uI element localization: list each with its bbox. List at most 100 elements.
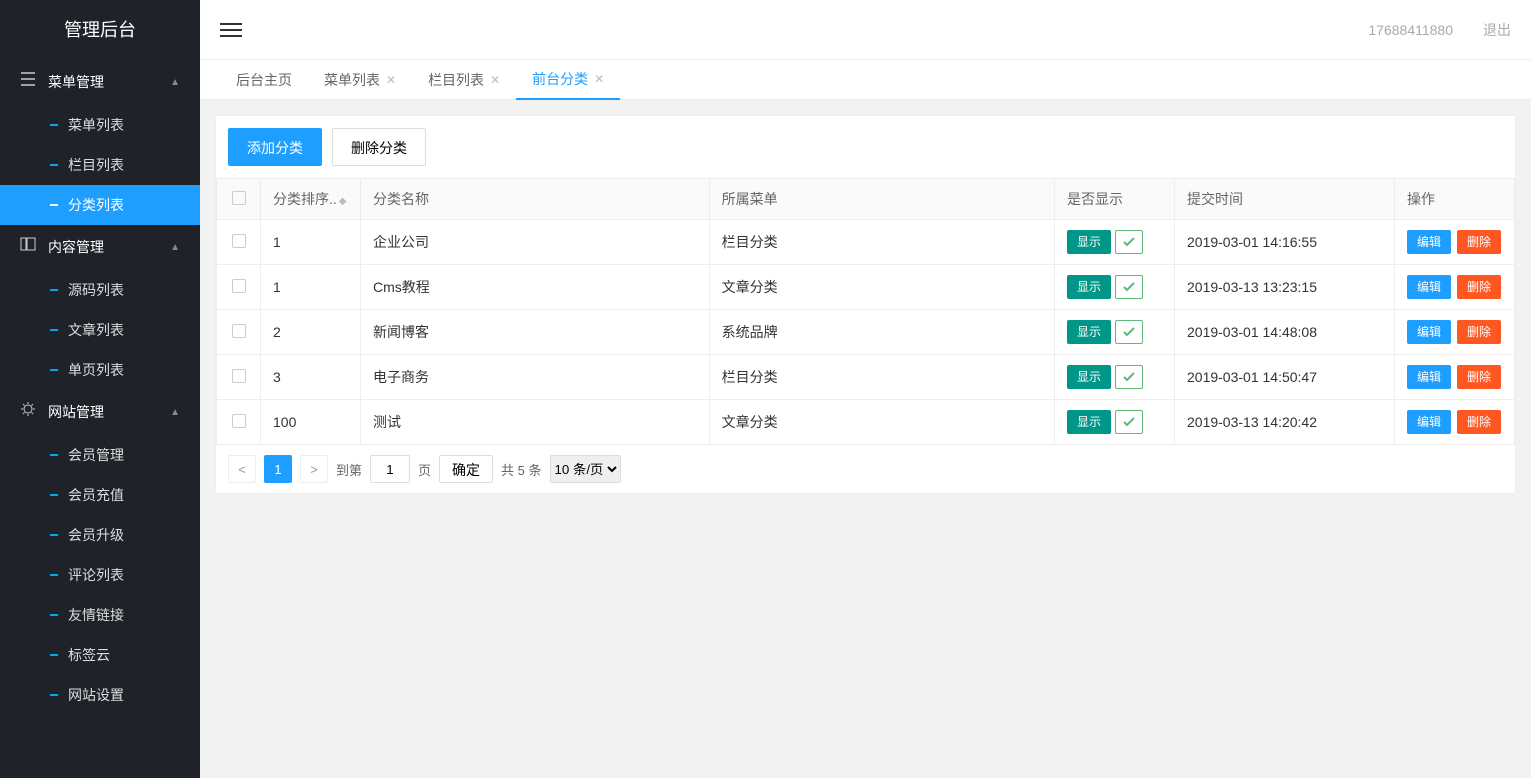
logout-link[interactable]: 退出: [1483, 20, 1511, 40]
close-icon[interactable]: ✕: [594, 59, 604, 99]
pagination: < 1 > 到第 页 确定 共 5 条 10 条/页: [216, 445, 1515, 493]
row-checkbox[interactable]: [232, 414, 246, 428]
nav-item-comment-list[interactable]: 评论列表: [0, 555, 200, 595]
edit-button[interactable]: 编辑: [1407, 365, 1451, 389]
col-menu: 所属菜单: [722, 191, 778, 207]
tab-bar: 后台主页 菜单列表✕ 栏目列表✕ 前台分类✕: [200, 60, 1531, 100]
chevron-up-icon: ▲: [170, 225, 180, 270]
toolbar: 添加分类 删除分类: [216, 116, 1515, 178]
user-phone[interactable]: 17688411880: [1368, 22, 1453, 38]
nav-item-tag-cloud[interactable]: 标签云: [0, 635, 200, 675]
prev-page-button[interactable]: <: [228, 455, 256, 483]
close-icon[interactable]: ✕: [490, 60, 500, 100]
edit-button[interactable]: 编辑: [1407, 410, 1451, 434]
show-button[interactable]: 显示: [1067, 410, 1111, 434]
delete-button[interactable]: 删除: [1457, 410, 1501, 434]
cell-time: 2019-03-01 14:16:55: [1175, 220, 1395, 265]
gear-icon: [20, 390, 38, 435]
tab-menu-list[interactable]: 菜单列表✕: [308, 60, 412, 100]
cell-name: 企业公司: [361, 220, 710, 265]
cell-menu: 系统品牌: [709, 310, 1054, 355]
cell-sort: 1: [261, 265, 361, 310]
cell-time: 2019-03-01 14:48:08: [1175, 310, 1395, 355]
check-icon[interactable]: [1115, 320, 1143, 344]
chevron-up-icon: ▲: [170, 390, 180, 435]
cell-sort: 3: [261, 355, 361, 400]
delete-button[interactable]: 删除: [1457, 365, 1501, 389]
checkbox-all[interactable]: [232, 191, 246, 205]
show-button[interactable]: 显示: [1067, 275, 1111, 299]
sort-icon[interactable]: ◆: [339, 196, 347, 207]
cell-sort: 2: [261, 310, 361, 355]
nav-item-source-list[interactable]: 源码列表: [0, 270, 200, 310]
delete-button[interactable]: 删除: [1457, 230, 1501, 254]
col-ops: 操作: [1407, 191, 1435, 207]
app-logo: 管理后台: [0, 0, 200, 60]
sidebar: 管理后台 菜单管理 ▲ 菜单列表 栏目列表 分类列表 内容管理 ▲ 源码列表 文…: [0, 0, 200, 778]
menu-icon: [20, 60, 38, 105]
cell-time: 2019-03-01 14:50:47: [1175, 355, 1395, 400]
row-checkbox[interactable]: [232, 279, 246, 293]
book-icon: [20, 225, 38, 270]
check-icon[interactable]: [1115, 410, 1143, 434]
cell-menu: 栏目分类: [709, 220, 1054, 265]
nav-item-member-mgmt[interactable]: 会员管理: [0, 435, 200, 475]
cell-sort: 100: [261, 400, 361, 445]
tab-column-list[interactable]: 栏目列表✕: [412, 60, 516, 100]
nav-item-page-list[interactable]: 单页列表: [0, 350, 200, 390]
cell-menu: 文章分类: [709, 265, 1054, 310]
goto-page-input[interactable]: [370, 455, 410, 483]
cell-menu: 栏目分类: [709, 355, 1054, 400]
row-checkbox[interactable]: [232, 234, 246, 248]
page-number-button[interactable]: 1: [264, 455, 292, 483]
table-row: 1企业公司栏目分类显示2019-03-01 14:16:55编辑删除: [217, 220, 1515, 265]
close-icon[interactable]: ✕: [386, 60, 396, 100]
card: 添加分类 删除分类 分类排序..◆ 分类名称 所属菜单 是否显示 提交时间 操作: [215, 115, 1516, 494]
col-time: 提交时间: [1187, 191, 1243, 207]
row-checkbox[interactable]: [232, 324, 246, 338]
cell-name: 测试: [361, 400, 710, 445]
edit-button[interactable]: 编辑: [1407, 275, 1451, 299]
edit-button[interactable]: 编辑: [1407, 230, 1451, 254]
show-button[interactable]: 显示: [1067, 230, 1111, 254]
nav-item-member-upgrade[interactable]: 会员升级: [0, 515, 200, 555]
page-unit: 页: [418, 460, 431, 479]
nav-group-menu[interactable]: 菜单管理 ▲: [0, 60, 200, 105]
nav-group-content[interactable]: 内容管理 ▲: [0, 225, 200, 270]
nav-group-site[interactable]: 网站管理 ▲: [0, 390, 200, 435]
table-row: 2新闻博客系统品牌显示 2019-03-01 14:48:08 编辑删除: [217, 310, 1515, 355]
delete-button[interactable]: 删除: [1457, 320, 1501, 344]
goto-confirm-button[interactable]: 确定: [439, 455, 493, 483]
nav-item-column-list[interactable]: 栏目列表: [0, 145, 200, 185]
nav-item-category-list[interactable]: 分类列表: [0, 185, 200, 225]
page-size-select[interactable]: 10 条/页: [550, 455, 621, 483]
nav-item-member-recharge[interactable]: 会员充值: [0, 475, 200, 515]
check-icon[interactable]: [1115, 365, 1143, 389]
check-icon[interactable]: [1115, 230, 1143, 254]
nav-group-label: 菜单管理: [48, 60, 104, 105]
delete-category-button[interactable]: 删除分类: [332, 128, 426, 166]
table-row: 100测试文章分类显示2019-03-13 14:20:42编辑删除: [217, 400, 1515, 445]
add-category-button[interactable]: 添加分类: [228, 128, 322, 166]
delete-button[interactable]: 删除: [1457, 275, 1501, 299]
tab-home[interactable]: 后台主页: [220, 60, 308, 100]
cell-name: 新闻博客: [361, 310, 710, 355]
nav-item-site-settings[interactable]: 网站设置: [0, 675, 200, 715]
content-area: 添加分类 删除分类 分类排序..◆ 分类名称 所属菜单 是否显示 提交时间 操作: [200, 100, 1531, 778]
nav-group-label: 网站管理: [48, 390, 104, 435]
hamburger-icon[interactable]: [220, 19, 242, 41]
cell-name: 电子商务: [361, 355, 710, 400]
total-label: 共 5 条: [501, 460, 541, 479]
nav-item-friend-link[interactable]: 友情链接: [0, 595, 200, 635]
show-button[interactable]: 显示: [1067, 365, 1111, 389]
row-checkbox[interactable]: [232, 369, 246, 383]
nav-item-article-list[interactable]: 文章列表: [0, 310, 200, 350]
check-icon[interactable]: [1115, 275, 1143, 299]
nav-item-menu-list[interactable]: 菜单列表: [0, 105, 200, 145]
col-sort[interactable]: 分类排序..: [273, 191, 337, 207]
next-page-button[interactable]: >: [300, 455, 328, 483]
edit-button[interactable]: 编辑: [1407, 320, 1451, 344]
tab-front-category[interactable]: 前台分类✕: [516, 60, 620, 100]
show-button[interactable]: 显示: [1067, 320, 1111, 344]
nav-group-label: 内容管理: [48, 225, 104, 270]
